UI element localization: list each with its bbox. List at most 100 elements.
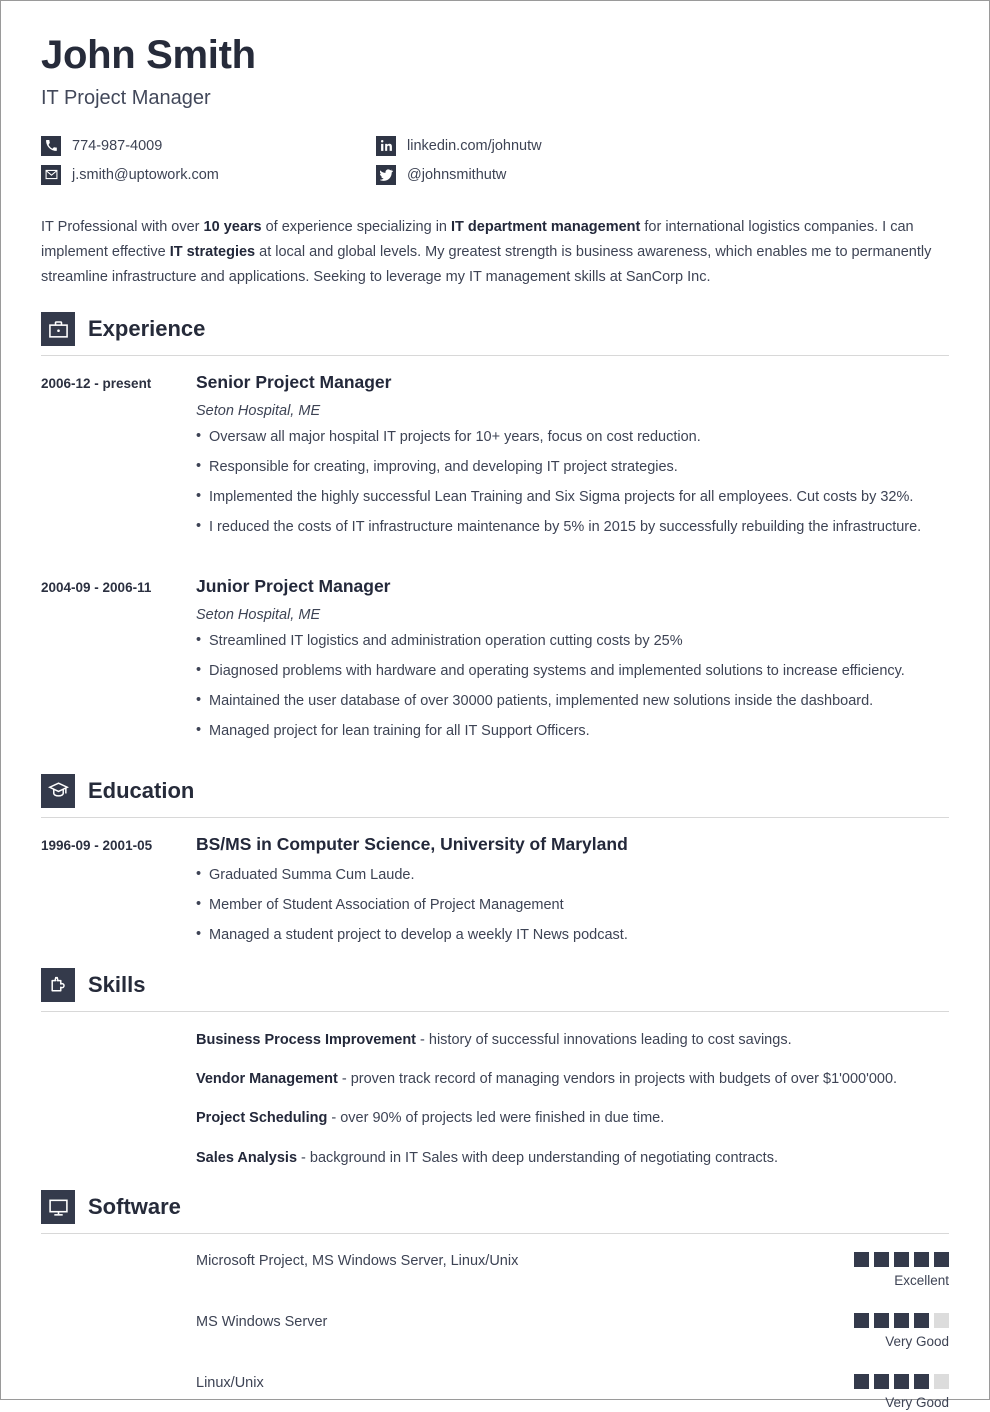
- bullet-item: Streamlined IT logistics and administrat…: [196, 630, 949, 652]
- bullet-item: Managed a student project to develop a w…: [196, 924, 949, 946]
- envelope-icon: [41, 164, 61, 185]
- education-entry: 1996-09 - 2001-05 BS/MS in Computer Scie…: [41, 818, 949, 946]
- rating-pip-empty: [934, 1313, 949, 1329]
- rating-pips: [854, 1252, 949, 1268]
- software-name: Microsoft Project, MS Windows Server, Li…: [196, 1253, 519, 1270]
- experience-entry: 2004-09 - 2006-11 Junior Project Manager…: [41, 560, 949, 742]
- rating-pip-filled: [854, 1313, 869, 1329]
- bullet-item: Implemented the highly successful Lean T…: [196, 486, 949, 508]
- linkedin-icon: [376, 135, 396, 156]
- entry-date: 2006-12 - present: [41, 376, 152, 392]
- page-title: John Smith: [41, 33, 256, 77]
- entry-bullet-list: Oversaw all major hospital IT projects f…: [196, 426, 949, 538]
- skill-name: Project Scheduling: [196, 1110, 328, 1127]
- rating-pip-filled: [914, 1252, 929, 1268]
- bullet-item: Graduated Summa Cum Laude.: [196, 864, 949, 886]
- software-row: Microsoft Project, MS Windows Server, Li…: [196, 1252, 949, 1289]
- entry-bullet-list: Streamlined IT logistics and administrat…: [196, 630, 949, 742]
- rating-label: Excellent: [894, 1273, 949, 1289]
- section-title-experience: Experience: [88, 316, 206, 342]
- graduation-cap-icon: [41, 773, 75, 808]
- rating-pip-filled: [854, 1252, 869, 1268]
- rating-pips: [854, 1374, 949, 1390]
- entry-subtitle: Seton Hospital, ME: [196, 402, 321, 419]
- software-list: Microsoft Project, MS Windows Server, Li…: [196, 1252, 949, 1412]
- rating-pip-filled: [914, 1374, 929, 1390]
- bullet-item: Diagnosed problems with hardware and ope…: [196, 660, 949, 682]
- bullet-item: Member of Student Association of Project…: [196, 894, 949, 916]
- professional-summary: IT Professional with over 10 years of ex…: [41, 218, 932, 285]
- contact-email[interactable]: j.smith@uptowork.com: [41, 164, 376, 185]
- rating-label: Very Good: [885, 1334, 949, 1350]
- briefcase-icon: [41, 312, 75, 347]
- resume-page: John Smith IT Project Manager 774-987-40…: [0, 0, 990, 1410]
- rating-pip-filled: [894, 1313, 909, 1329]
- section-title-software: Software: [88, 1194, 181, 1220]
- entry-date: 2004-09 - 2006-11: [41, 579, 152, 595]
- rating-pip-filled: [894, 1252, 909, 1268]
- bullet-item: Oversaw all major hospital IT projects f…: [196, 426, 949, 448]
- rating-pip-filled: [854, 1374, 869, 1390]
- experience-entry: 2006-12 - present Senior Project Manager…: [41, 356, 949, 538]
- section-header-experience: Experience: [41, 312, 949, 347]
- skill-name: Vendor Management: [196, 1071, 338, 1088]
- twitter-icon: [376, 164, 396, 185]
- rating-pip-filled: [874, 1252, 889, 1268]
- rating-label: Very Good: [885, 1395, 949, 1411]
- software-name: Linux/Unix: [196, 1375, 264, 1392]
- section-header-education: Education: [41, 773, 949, 808]
- contact-linkedin-value: linkedin.com/johnutw: [407, 137, 542, 154]
- section-title-skills: Skills: [88, 971, 146, 997]
- bullet-item: Managed project for lean training for al…: [196, 720, 949, 742]
- skill-description: - proven track record of managing vendor…: [337, 1071, 898, 1088]
- phone-icon: [41, 135, 61, 156]
- software-body: Microsoft Project, MS Windows Server, Li…: [41, 1234, 949, 1412]
- skill-description: - history of successful innovations lead…: [416, 1031, 792, 1048]
- entry-subtitle: Seton Hospital, ME: [196, 606, 321, 623]
- rating-pip-empty: [934, 1374, 949, 1390]
- skill-description: - over 90% of projects led were finished…: [327, 1110, 665, 1127]
- contact-linkedin[interactable]: linkedin.com/johnutw: [376, 135, 949, 156]
- section-header-skills: Skills: [41, 967, 949, 1002]
- job-title: IT Project Manager: [41, 86, 211, 109]
- entry-title: BS/MS in Computer Science, University of…: [196, 833, 628, 854]
- rating-pip-filled: [934, 1252, 949, 1268]
- rating-pip-filled: [874, 1374, 889, 1390]
- software-rating: Excellent: [854, 1252, 949, 1289]
- skills-list: Business Process Improvement - history o…: [196, 1030, 949, 1168]
- bullet-item: I reduced the costs of IT infrastructure…: [196, 516, 949, 538]
- skills-body: Business Process Improvement - history o…: [41, 1012, 949, 1168]
- software-rating: Very Good: [854, 1374, 949, 1411]
- rating-pips: [854, 1313, 949, 1329]
- entry-title: Senior Project Manager: [196, 372, 392, 393]
- section-header-software: Software: [41, 1190, 949, 1225]
- contact-twitter[interactable]: @johnsmithutw: [376, 164, 949, 185]
- bullet-item: Responsible for creating, improving, and…: [196, 456, 949, 478]
- monitor-icon: [41, 1190, 75, 1225]
- contact-phone-value: 774-987-4009: [72, 137, 163, 154]
- entry-date: 1996-09 - 2001-05: [41, 837, 153, 853]
- contact-phone[interactable]: 774-987-4009: [41, 135, 376, 156]
- contact-email-value: j.smith@uptowork.com: [72, 166, 219, 183]
- puzzle-piece-icon: [41, 967, 75, 1002]
- rating-pip-filled: [914, 1313, 929, 1329]
- contact-twitter-value: @johnsmithutw: [407, 166, 507, 183]
- software-rating: Very Good: [854, 1313, 949, 1350]
- skill-item: Sales Analysis - background in IT Sales …: [196, 1148, 949, 1168]
- skill-name: Business Process Improvement: [196, 1031, 417, 1048]
- skill-item: Business Process Improvement - history o…: [196, 1030, 949, 1050]
- skill-name: Sales Analysis: [196, 1149, 298, 1166]
- entry-bullet-list: Graduated Summa Cum Laude. Member of Stud…: [196, 864, 949, 946]
- rating-pip-filled: [894, 1374, 909, 1390]
- skill-item: Project Scheduling - over 90% of project…: [196, 1108, 949, 1128]
- skill-item: Vendor Management - proven track record …: [196, 1069, 949, 1089]
- software-row: Linux/Unix Very Good: [196, 1374, 949, 1411]
- software-name: MS Windows Server: [196, 1314, 328, 1331]
- software-row: MS Windows Server Very Good: [196, 1313, 949, 1350]
- bullet-item: Maintained the user database of over 300…: [196, 690, 949, 712]
- entry-title: Junior Project Manager: [196, 575, 391, 596]
- skill-description: - background in IT Sales with deep under…: [297, 1149, 778, 1166]
- section-title-education: Education: [88, 777, 195, 803]
- contact-grid: 774-987-4009 linkedin.com/johnutw j.smit…: [41, 135, 949, 185]
- rating-pip-filled: [874, 1313, 889, 1329]
